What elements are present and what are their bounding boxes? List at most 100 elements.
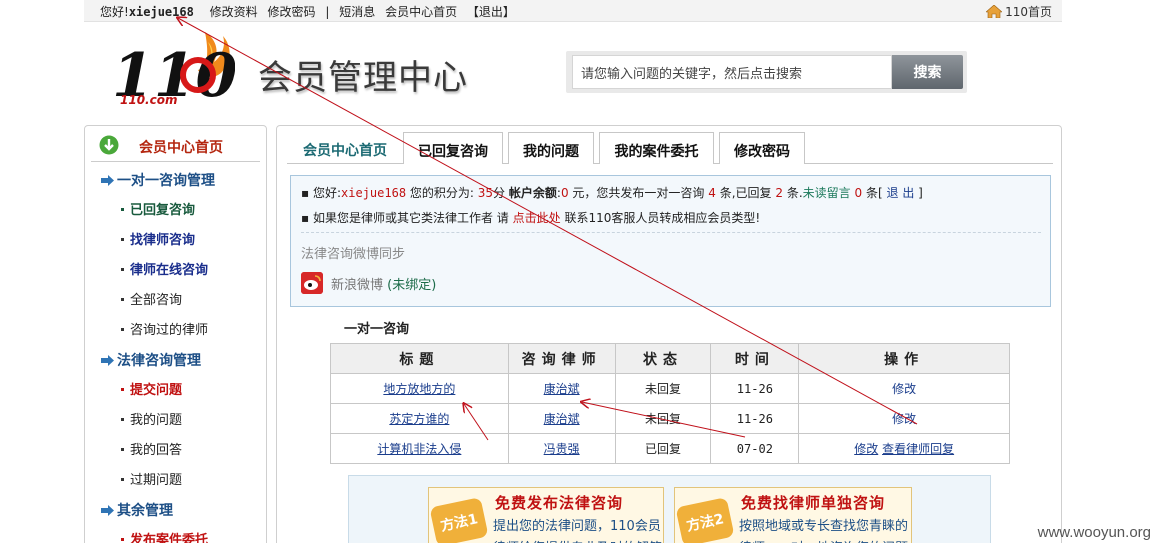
main-panel: 会员中心首页 已回复咨询 我的问题 我的案件委托 修改密码 ▪ 您好:xieju… [276, 125, 1062, 543]
tab-replied[interactable]: 已回复咨询 [403, 132, 503, 164]
bullet: ▪ [301, 186, 310, 200]
table-header-row: 标题 咨询律师 状态 时间 操作 [330, 343, 1010, 374]
arrow-right-icon [101, 175, 114, 186]
down-arrow-icon [99, 135, 119, 155]
sidebar-item-online-lawyer[interactable]: 律师在线咨询 [85, 252, 266, 282]
sidebar-item-my-questions[interactable]: 我的问题 [85, 402, 266, 432]
sidebar-item-publish-case[interactable]: 发布案件委托 [85, 522, 266, 543]
logout-link[interactable]: 【退出】 [467, 5, 515, 19]
house-icon [986, 5, 1003, 18]
search-input[interactable] [572, 55, 892, 89]
watermark: www.wooyun.org [1037, 524, 1151, 541]
consult-table: 标题 咨询律师 状态 时间 操作 地方放地方的 康治斌 未回复 11-26 修改… [330, 343, 1010, 464]
weibo-status: (未绑定) [387, 278, 437, 293]
sidebar-item-find-lawyer[interactable]: 找律师咨询 [85, 222, 266, 252]
edit-link[interactable]: 修改 [854, 442, 878, 456]
sidebar-item-label: 咨询过的律师 [130, 323, 209, 338]
row-action-cell: 修改 [798, 373, 1010, 404]
tab-my-cases[interactable]: 我的案件委托 [599, 132, 714, 164]
top-bar-left: 您好!xiejue168 修改资料 修改密码 | 短消息 会员中心首页 【退出】 [100, 3, 521, 20]
sidebar-item-my-answers[interactable]: 我的回答 [85, 432, 266, 462]
lawyer-notice-text: 如果您是律师或其它类法律工作者 请 [312, 211, 509, 225]
arrow-right-icon [101, 355, 114, 366]
promo-free-consult[interactable]: 方法1 免费发布法律咨询 提出您的法律问题，110会员律师给您提供专业及时的解答 [428, 487, 664, 543]
edit-link[interactable]: 修改 [892, 382, 916, 396]
unread-count: 0 [854, 186, 863, 200]
row-time: 11-26 [736, 381, 773, 396]
tab-my-questions[interactable]: 我的问题 [508, 132, 594, 164]
edit-link[interactable]: 修改 [892, 412, 916, 426]
sidebar-item-all-consults[interactable]: 全部咨询 [85, 282, 266, 312]
sidebar-section-legal[interactable]: 法律咨询管理 [85, 342, 266, 372]
info-logout-link[interactable]: 退 出 [887, 186, 915, 200]
bullet: ▪ [301, 211, 310, 225]
view-reply-link[interactable]: 查看律师回复 [882, 442, 954, 456]
col-status: 状态 [614, 343, 712, 374]
sidebar-section-consult[interactable]: 一对一咨询管理 [85, 162, 266, 192]
messages-link[interactable]: 短消息 [339, 5, 375, 19]
sidebar-item-replied[interactable]: 已回复咨询 [85, 192, 266, 222]
tab-change-password[interactable]: 修改密码 [719, 132, 805, 164]
lawyer-notice-tail: 联系110客服人员转成相应会员类型! [564, 211, 761, 225]
balance-value: 0 [560, 186, 569, 200]
username: xiejue168 [128, 5, 194, 19]
row-action-cell: 修改 查看律师回复 [798, 433, 1010, 464]
sidebar-item-label: 提交问题 [130, 383, 183, 398]
member-home-link[interactable]: 会员中心首页 [385, 5, 457, 19]
sidebar-section-label: 法律咨询管理 [117, 353, 201, 369]
points-unit: 分 [493, 186, 506, 200]
search-button[interactable]: 搜索 [892, 55, 963, 89]
sidebar-item-consulted-lawyers[interactable]: 咨询过的律师 [85, 312, 266, 342]
site-logo[interactable]: 110 110.com [110, 28, 237, 111]
row-time-cell: 11-26 [710, 373, 800, 404]
count-unit: 条. [786, 186, 803, 200]
consult-section-title: 一对一咨询 [344, 322, 410, 337]
row-action-cell: 修改 [798, 403, 1010, 434]
lawyer-link[interactable]: 康治斌 [544, 382, 580, 396]
sidebar-item-label: 全部咨询 [130, 293, 183, 308]
sidebar-item-label: 我的问题 [130, 413, 183, 428]
replied-label: 条,已回复 [719, 186, 772, 200]
row-lawyer-cell: 康治斌 [507, 373, 616, 404]
table-row: 计算机非法入侵 冯贵强 已回复 07-02 修改 查看律师回复 [330, 433, 1010, 464]
row-status-cell: 已回复 [614, 433, 712, 464]
consult-title-link[interactable]: 苏定方谁的 [389, 412, 449, 426]
top-bar: 您好!xiejue168 修改资料 修改密码 | 短消息 会员中心首页 【退出】… [84, 0, 1062, 22]
edit-profile-link[interactable]: 修改资料 [210, 5, 258, 19]
method-badge: 方法2 [675, 497, 735, 543]
greeting-text: 您好! [100, 5, 129, 19]
col-action: 操作 [798, 343, 1010, 374]
tab-bar: 会员中心首页 已回复咨询 我的问题 我的案件委托 修改密码 [287, 132, 1053, 164]
method-badge: 方法1 [429, 497, 489, 543]
tab-member-home[interactable]: 会员中心首页 [287, 132, 403, 164]
bracket-close: ] [918, 186, 923, 200]
row-title-cell: 地方放地方的 [330, 373, 509, 404]
promo-title: 免费发布法律咨询 [495, 494, 624, 512]
row-time-cell: 11-26 [710, 403, 800, 434]
sidebar-item-label: 发布案件委托 [130, 533, 209, 543]
sidebar-item-submit-question[interactable]: 提交问题 [85, 372, 266, 402]
click-here-link[interactable]: 点击此处 [513, 211, 561, 225]
lawyer-link[interactable]: 冯贵强 [544, 442, 580, 456]
lawyer-link[interactable]: 康治斌 [544, 412, 580, 426]
site-home-link[interactable]: 110首页 [986, 3, 1052, 20]
greeting-label: 您好: [312, 186, 342, 200]
lawyer-notice: ▪ 如果您是律师或其它类法律工作者 请 点击此处 联系110客服人员转成相应会员… [301, 209, 760, 226]
sidebar-item-label: 过期问题 [130, 473, 183, 488]
row-lawyer-cell: 冯贵强 [507, 433, 616, 464]
sidebar-home[interactable]: 会员中心首页 [91, 126, 260, 162]
row-title-cell: 苏定方谁的 [330, 403, 509, 434]
sidebar-item-expired[interactable]: 过期问题 [85, 462, 266, 492]
consult-title-link[interactable]: 地方放地方的 [383, 382, 455, 396]
balance-label: 帐户余额 [508, 186, 557, 200]
row-status-cell: 未回复 [614, 403, 712, 434]
consult-title-link[interactable]: 计算机非法入侵 [377, 442, 461, 456]
unread-label[interactable]: 未读留言 [803, 186, 851, 200]
promo-desc: 提出您的法律问题，110会员律师给您提供专业及时的解答 [493, 519, 662, 543]
page-title: 会员管理中心 [258, 58, 468, 98]
sidebar-section-other[interactable]: 其余管理 [85, 492, 266, 522]
promo-find-lawyer[interactable]: 方法2 免费找律师单独咨询 按照地域或专长查找您青睐的律师，一对一地咨询您的问题 [674, 487, 912, 543]
change-password-link[interactable]: 修改密码 [268, 5, 316, 19]
sidebar-home-label: 会员中心首页 [139, 140, 223, 156]
weibo-binding[interactable]: 新浪微博 (未绑定) [331, 274, 436, 293]
